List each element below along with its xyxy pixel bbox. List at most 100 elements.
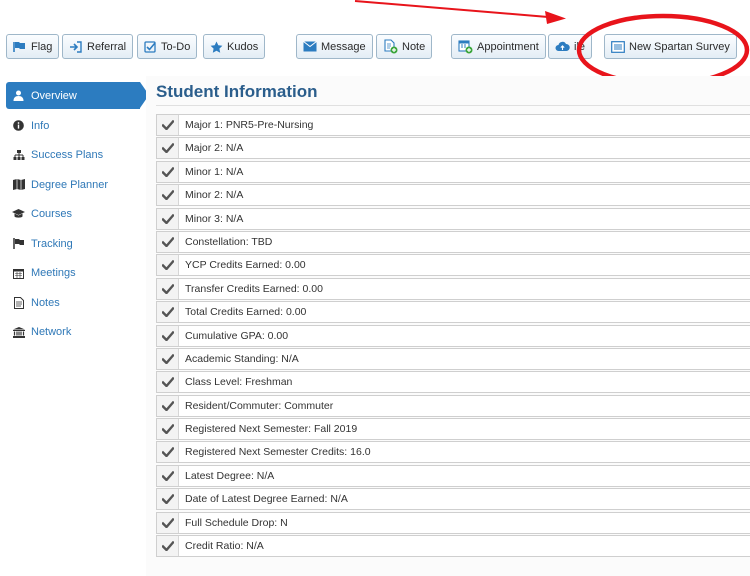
institution-icon [12, 326, 25, 338]
check-icon [157, 442, 179, 463]
calendar-icon [12, 268, 25, 279]
file-button[interactable]: ile [548, 34, 593, 59]
check-icon [157, 255, 179, 276]
info-row-text: Minor 3: N/A [185, 212, 244, 225]
check-icon [157, 512, 179, 533]
check-icon [157, 348, 179, 369]
flag-button[interactable]: Flag [6, 34, 60, 59]
sidebar-item-info[interactable]: Info [6, 111, 140, 141]
message-label: Message [321, 40, 366, 53]
info-row-text: Credit Ratio: N/A [185, 540, 264, 553]
info-row: Minor 1: N/A [156, 160, 750, 183]
check-icon [157, 395, 179, 416]
message-button[interactable]: Message [296, 34, 373, 59]
info-row-text: Resident/Commuter: Commuter [185, 399, 334, 412]
info-row: Credit Ratio: N/A [156, 535, 750, 558]
info-row-text: Total Credits Earned: 0.00 [185, 306, 307, 319]
flag-label: Flag [31, 40, 53, 53]
sidebar-item-overview[interactable]: Overview [6, 82, 149, 109]
note-button[interactable]: Note [376, 34, 433, 59]
cloud-upload-icon [555, 41, 570, 51]
star-icon [210, 41, 223, 53]
info-row-text: Major 2: N/A [185, 142, 244, 155]
info-row: Registered Next Semester Credits: 16.0 [156, 441, 750, 464]
sidebar-item-tracking[interactable]: Tracking [6, 229, 140, 259]
info-row-text: Minor 1: N/A [185, 165, 244, 178]
check-icon [157, 161, 179, 182]
checkbox-icon [144, 40, 156, 53]
check-icon [157, 419, 179, 440]
sidebar-item-success-plans[interactable]: Success Plans [6, 141, 140, 171]
note-label: Note [402, 40, 426, 53]
envelope-icon [303, 41, 317, 52]
referral-button[interactable]: Referral [62, 34, 134, 59]
info-row-text: Academic Standing: N/A [185, 352, 299, 365]
info-icon [12, 120, 25, 132]
sidebar-item-meetings[interactable]: Meetings [6, 259, 140, 289]
info-row-text: Class Level: Freshman [185, 376, 293, 389]
sidebar-nav: Overview Info Success Plans Degree Plann… [6, 82, 149, 348]
list-window-icon [611, 40, 625, 53]
info-row: Full Schedule Drop: N [156, 511, 750, 534]
student-info-list: Major 1: PNR5-Pre-Nursing Major 2: N/A Min… [156, 114, 750, 558]
check-icon [157, 325, 179, 346]
add-note-icon [384, 39, 398, 54]
info-row-text: Major 1: PNR5-Pre-Nursing [185, 119, 314, 131]
info-row-text: Full Schedule Drop: N [185, 516, 288, 529]
info-row: Date of Latest Degree Earned: N/A [156, 488, 750, 511]
kudos-button[interactable]: Kudos [203, 34, 266, 59]
info-row-text: Latest Degree: N/A [185, 469, 275, 482]
info-row: Constellation: TBD [156, 230, 750, 253]
info-row: Major 1: PNR5-Pre-Nursing [156, 114, 750, 136]
check-icon [157, 115, 179, 135]
info-row-text: Date of Latest Degree Earned: N/A [185, 493, 348, 506]
flag-icon [12, 238, 25, 250]
info-row: Major 2: N/A [156, 137, 750, 160]
sidebar-item-label: Degree Planner [31, 178, 109, 191]
add-calendar-icon [458, 40, 473, 54]
sidebar-item-label: Info [31, 119, 50, 132]
info-row-text: Constellation: TBD [185, 235, 273, 248]
map-icon [12, 179, 25, 191]
new-spartan-survey-label: New Spartan Survey [629, 40, 730, 53]
sidebar-item-label: Network [31, 326, 72, 339]
sidebar-item-courses[interactable]: Courses [6, 200, 140, 230]
check-icon [157, 536, 179, 557]
sign-in-icon [70, 40, 82, 53]
info-row-text: Minor 2: N/A [185, 189, 244, 202]
sidebar-item-notes[interactable]: Notes [6, 288, 140, 318]
appointment-button[interactable]: Appointment [451, 34, 546, 59]
sidebar-item-label: Meetings [31, 267, 76, 280]
info-row: Academic Standing: N/A [156, 347, 750, 370]
check-icon [157, 302, 179, 323]
info-row: Resident/Commuter: Commuter [156, 394, 750, 417]
check-icon [157, 231, 179, 252]
file-label: ile [574, 40, 586, 53]
info-row-text: Cumulative GPA: 0.00 [185, 329, 289, 342]
sidebar-item-network[interactable]: Network [6, 318, 140, 348]
info-row: Cumulative GPA: 0.00 [156, 324, 750, 347]
flag-icon [13, 41, 25, 52]
sidebar-item-label: Notes [31, 296, 60, 309]
new-spartan-survey-button[interactable]: New Spartan Survey [604, 34, 737, 59]
info-row: Latest Degree: N/A [156, 464, 750, 487]
info-row: Registered Next Semester: Fall 2019 [156, 418, 750, 441]
info-row-text: YCP Credits Earned: 0.00 [185, 259, 306, 272]
sidebar-item-degree-planner[interactable]: Degree Planner [6, 170, 140, 200]
action-toolbar: Flag Referral To-Do Kudos Message Note A… [0, 0, 750, 88]
check-icon [157, 278, 179, 299]
todo-button[interactable]: To-Do [137, 34, 198, 59]
title-divider [156, 105, 750, 106]
info-row-text: Registered Next Semester Credits: 16.0 [185, 446, 371, 459]
check-icon [157, 208, 179, 229]
user-icon [12, 90, 25, 101]
graduation-cap-icon [12, 209, 25, 219]
sidebar-item-label: Tracking [31, 237, 73, 250]
info-row: Class Level: Freshman [156, 371, 750, 394]
check-icon [157, 372, 179, 393]
check-icon [157, 489, 179, 510]
todo-label: To-Do [161, 40, 191, 53]
info-row: Total Credits Earned: 0.00 [156, 301, 750, 324]
check-icon [157, 185, 179, 206]
sitemap-icon [12, 149, 25, 161]
